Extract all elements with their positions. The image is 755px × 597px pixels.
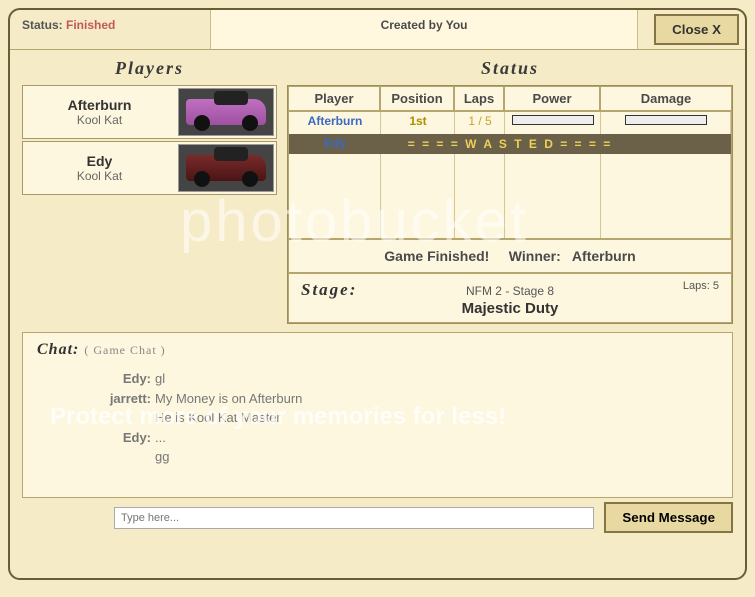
row-player: Afterburn xyxy=(289,112,381,134)
player-name: Afterburn xyxy=(23,97,176,113)
stage-box: Stage: Laps: 5 NFM 2 - Stage 8 Majestic … xyxy=(288,273,732,323)
result-text: Game Finished! xyxy=(384,248,489,264)
car-thumbnail xyxy=(178,88,274,136)
status-row: Afterburn 1st 1 / 5 xyxy=(289,112,731,134)
chat-line: gg xyxy=(97,447,718,467)
content: Players Afterburn Kool Kat Edy Kool Kat xyxy=(10,50,745,332)
chat-line: jarrett: My Money is on Afterburn xyxy=(97,389,718,409)
chat-input-row: Send Message xyxy=(22,502,733,533)
chat-who: Edy: xyxy=(97,369,151,389)
status-value: Finished xyxy=(66,18,115,32)
chat-msg: gg xyxy=(155,449,169,464)
players-title: Players xyxy=(22,58,277,79)
chat-msg: gl xyxy=(155,371,165,386)
stage-name: Majestic Duty xyxy=(301,300,719,317)
player-car: Kool Kat xyxy=(23,169,176,183)
car-thumbnail xyxy=(178,144,274,192)
close-button[interactable]: Close X xyxy=(654,14,739,45)
chat-who: Edy: xyxy=(97,428,151,448)
player-name: Edy xyxy=(23,153,176,169)
chat-title: Chat: xyxy=(37,341,79,358)
player-card[interactable]: Afterburn Kool Kat xyxy=(22,85,277,139)
row-player: Edy xyxy=(289,134,381,156)
col-position: Position xyxy=(380,86,454,111)
status-row: Edy xyxy=(289,134,381,156)
chat-who: jarrett: xyxy=(97,389,151,409)
status-title: Status xyxy=(287,58,733,79)
chat-line: Edy: gl xyxy=(97,369,718,389)
player-info: Edy Kool Kat xyxy=(23,153,176,183)
row-damage xyxy=(601,112,731,134)
chat-line: He is Kool Kat Master xyxy=(97,408,718,428)
chat-subtitle: ( Game Chat ) xyxy=(84,343,165,357)
game-window: Status: Finished Created by You Close X … xyxy=(8,8,747,580)
stage-laps: Laps: 5 xyxy=(683,280,719,292)
result-line: Game Finished! Winner: Afterburn xyxy=(288,239,732,273)
player-card[interactable]: Edy Kool Kat xyxy=(22,141,277,195)
players-column: Players Afterburn Kool Kat Edy Kool Kat xyxy=(22,58,277,324)
send-button[interactable]: Send Message xyxy=(604,502,733,533)
chat-msg: My Money is on Afterburn xyxy=(155,391,302,406)
col-power: Power xyxy=(504,86,600,111)
winner-label: Winner: xyxy=(509,248,561,264)
chat-msg: He is Kool Kat Master xyxy=(155,410,281,425)
col-damage: Damage xyxy=(600,86,732,111)
player-info: Afterburn Kool Kat xyxy=(23,97,176,127)
car-icon xyxy=(186,155,266,181)
player-car: Kool Kat xyxy=(23,113,176,127)
header-bar: Status: Finished Created by You Close X xyxy=(10,10,745,50)
grid-body: Afterburn 1st 1 / 5 Edy = = = = W A S T … xyxy=(288,111,732,239)
stage-game: NFM 2 - Stage 8 xyxy=(301,284,719,298)
col-player: Player xyxy=(288,86,380,111)
status-grid: Player Position Laps Power Damage Afterb… xyxy=(287,85,733,324)
chat-section: Chat: ( Game Chat ) Edy: gl jarrett: My Mo… xyxy=(22,332,733,498)
created-by-label: Created by You xyxy=(210,10,638,49)
car-icon xyxy=(186,99,266,125)
chat-input[interactable] xyxy=(114,507,594,529)
chat-log: Edy:gl jarrett:My Money is on Afterburn … xyxy=(37,363,718,489)
status-label: Status: xyxy=(22,18,63,32)
chat-line: Edy:... xyxy=(97,428,718,448)
status-left: Status: Finished xyxy=(10,10,210,49)
winner-name: Afterburn xyxy=(572,248,636,264)
chat-msg: ... xyxy=(155,430,166,445)
stage-label: Stage: xyxy=(301,280,357,299)
row-position: 1st xyxy=(381,112,455,134)
row-power xyxy=(505,112,601,134)
grid-head: Player Position Laps Power Damage xyxy=(288,86,732,111)
row-laps: 1 / 5 xyxy=(455,112,505,134)
status-column: Status Player Position Laps Power Damage… xyxy=(287,58,733,324)
chat-head: Chat: ( Game Chat ) xyxy=(37,341,718,359)
col-laps: Laps xyxy=(454,86,504,111)
